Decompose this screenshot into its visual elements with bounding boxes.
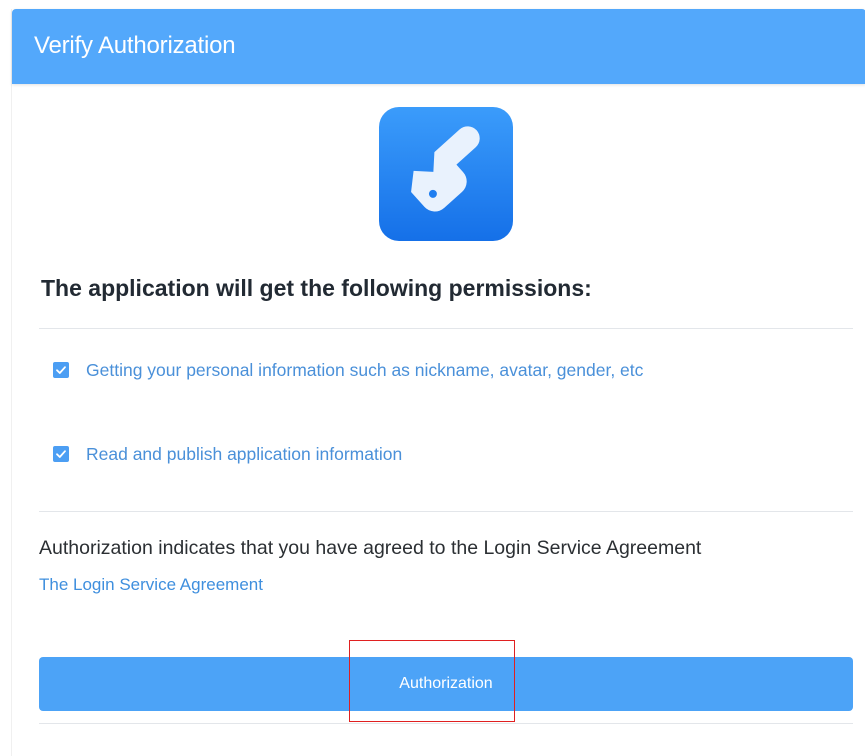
page-title: Verify Authorization [34,32,236,59]
login-service-agreement-link[interactable]: The Login Service Agreement [39,574,263,596]
permission-item-app-info[interactable]: Read and publish application information [53,443,402,465]
checkmark-icon [56,450,66,458]
authorization-card: Verify Authorization The application wil… [11,9,865,756]
authorization-button-label: Authorization [399,675,493,692]
page: Verify Authorization The application wil… [0,0,865,756]
permissions-heading: The application will get the following p… [41,275,592,301]
permission-checkbox[interactable] [53,446,69,462]
divider [39,511,853,512]
permission-label: Read and publish application information [86,444,403,464]
header-bar: Verify Authorization [12,9,865,84]
agreement-notice: Authorization indicates that you have ag… [39,537,702,559]
permission-checkbox[interactable] [53,362,69,378]
divider [39,723,853,724]
checkmark-icon [56,366,66,374]
permission-label: Getting your personal information such a… [86,360,644,380]
app-logo-icon [379,107,513,241]
permission-item-personal-info[interactable]: Getting your personal information such a… [53,359,643,381]
divider [39,328,853,329]
authorization-button[interactable]: Authorization [39,657,853,711]
